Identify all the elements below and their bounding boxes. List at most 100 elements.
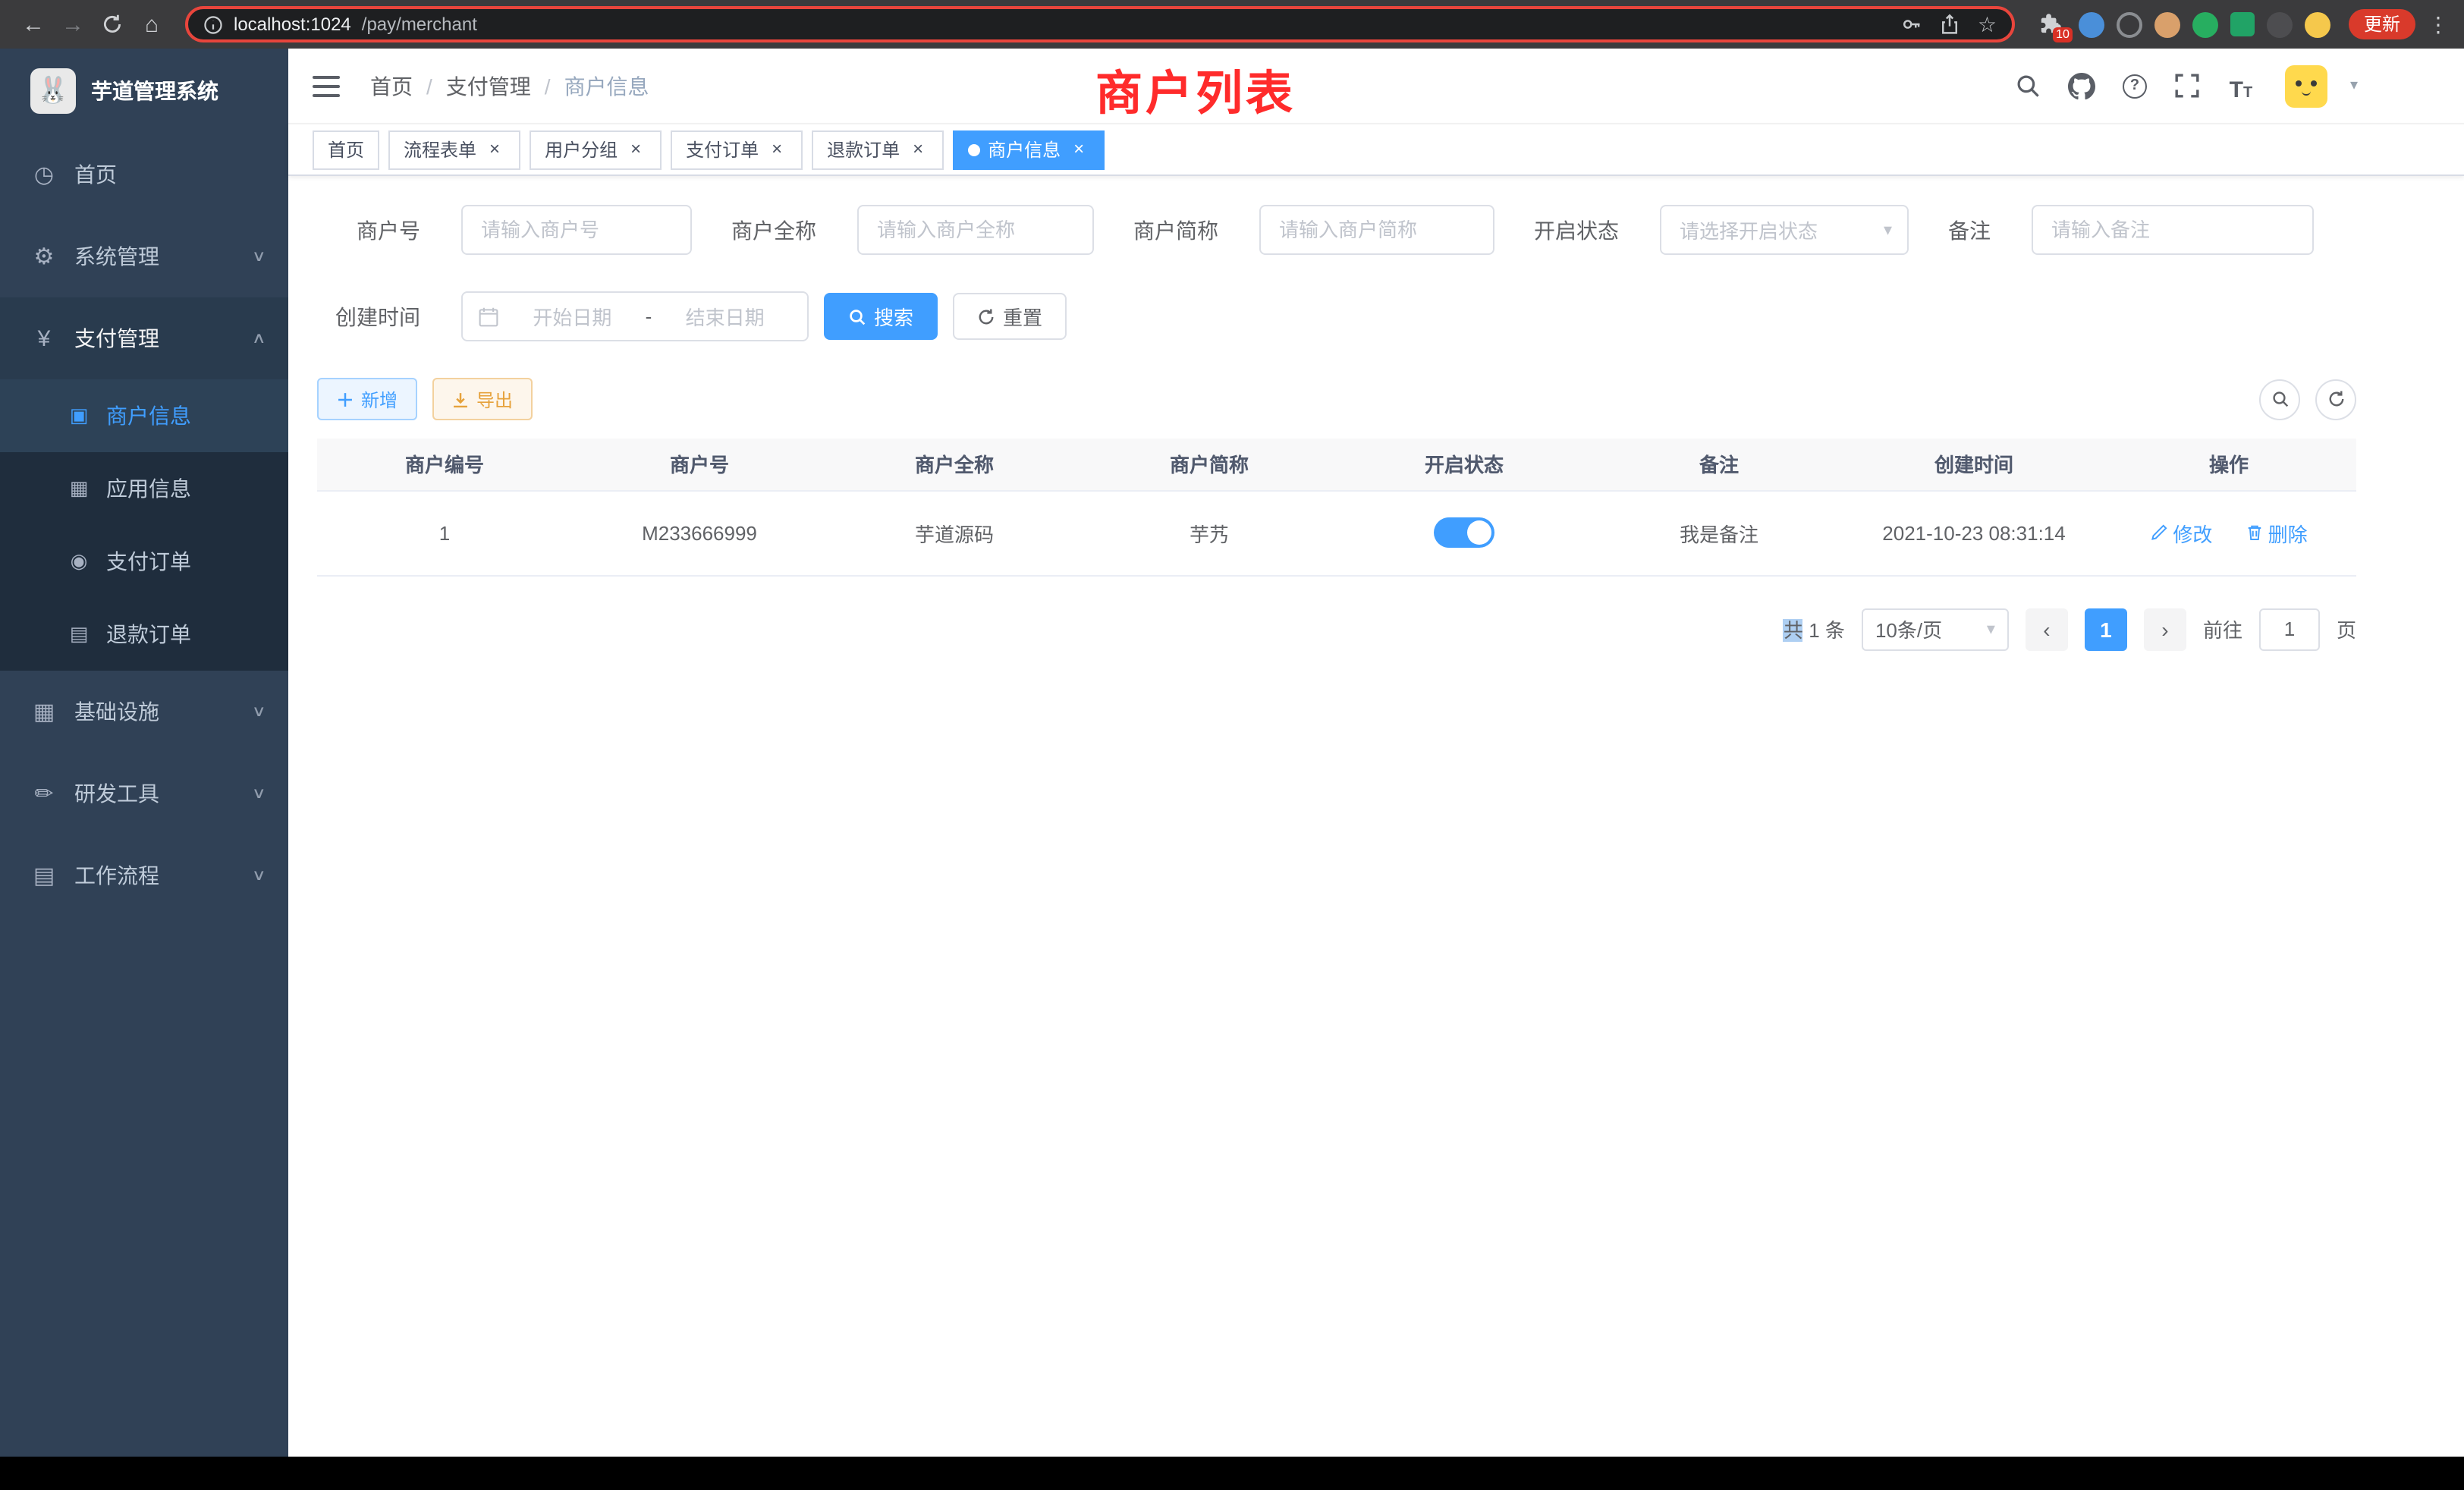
- page-number-button[interactable]: 1: [2085, 608, 2127, 650]
- tab-merchant-info[interactable]: 商户信息 ×: [953, 130, 1105, 169]
- browser-update-button[interactable]: 更新: [2349, 9, 2415, 39]
- chevron-down-icon: ∨: [251, 248, 266, 265]
- merchant-no-input[interactable]: [461, 205, 692, 255]
- page-size-select[interactable]: 10条/页 ▾: [1862, 608, 2009, 650]
- sidebar-item-refund-orders[interactable]: ▤ 退款订单: [0, 598, 288, 671]
- toolbar-right: [2259, 379, 2356, 420]
- help-icon[interactable]: ?: [2120, 71, 2150, 101]
- date-range-picker[interactable]: 开始日期 - 结束日期: [461, 291, 809, 341]
- extension-icon[interactable]: [2117, 11, 2142, 37]
- bottom-strip: [0, 1457, 2464, 1490]
- goto-page-input[interactable]: [2259, 608, 2320, 650]
- header-search-icon[interactable]: [2013, 71, 2044, 101]
- sidebar-item-dev-tools[interactable]: ✏ 研发工具 ∨: [0, 753, 288, 835]
- extension-icon[interactable]: [2154, 11, 2180, 37]
- chevron-down-icon: ∨: [251, 703, 266, 720]
- chevron-down-icon: ∨: [251, 785, 266, 802]
- sidebar-toggle-icon[interactable]: [313, 71, 343, 101]
- prev-page-button[interactable]: ‹: [2026, 608, 2068, 650]
- main-area: 首页 / 支付管理 / 商户信息 商户列表 ?: [288, 49, 2464, 1457]
- extension-icon[interactable]: [2079, 11, 2104, 37]
- user-avatar[interactable]: [2285, 64, 2327, 107]
- date-end-field[interactable]: 结束日期: [658, 302, 792, 331]
- extension-icon[interactable]: [2192, 11, 2218, 37]
- sidebar-item-app-info[interactable]: ▦ 应用信息: [0, 452, 288, 525]
- short-name-input[interactable]: [1259, 205, 1494, 255]
- add-button[interactable]: 新增: [317, 378, 417, 420]
- chevron-down-icon: ∨: [251, 867, 266, 884]
- tab-pay-orders[interactable]: 支付订单 ×: [671, 130, 803, 169]
- close-icon[interactable]: ×: [766, 139, 787, 160]
- share-icon[interactable]: [1940, 14, 1961, 35]
- address-bar[interactable]: localhost:1024/pay/merchant ☆: [185, 6, 2015, 42]
- cell-create-time: 2021-10-23 08:31:14: [1846, 490, 2101, 575]
- reload-icon: [102, 14, 123, 35]
- infrastructure-icon: ▦: [30, 698, 58, 725]
- close-icon[interactable]: ×: [625, 139, 646, 160]
- back-button[interactable]: ←: [15, 6, 52, 42]
- page-unit-label: 页: [2337, 615, 2356, 643]
- sidebar-item-infrastructure[interactable]: ▦ 基础设施 ∨: [0, 671, 288, 753]
- user-menu-caret-icon[interactable]: ▾: [2350, 77, 2358, 94]
- app-grid-icon: ▦: [67, 476, 91, 501]
- sidebar-item-home[interactable]: ◷ 首页: [0, 134, 288, 215]
- close-icon[interactable]: ×: [907, 139, 929, 160]
- page-title-annotation: 商户列表: [1095, 55, 1296, 123]
- pagination-total: 共 1 条: [1784, 615, 1845, 643]
- extension-icon[interactable]: [2267, 11, 2293, 37]
- sidebar-item-label: 支付订单: [106, 546, 191, 577]
- status-toggle[interactable]: [1434, 517, 1494, 548]
- home-button[interactable]: ⌂: [134, 6, 170, 42]
- bookmark-star-icon[interactable]: ☆: [1978, 14, 1997, 35]
- full-name-input[interactable]: [857, 205, 1094, 255]
- browser-menu-icon[interactable]: ⋮: [2428, 11, 2449, 37]
- table-toolbar: 新增 导出: [317, 378, 2356, 420]
- cell-remark: 我是备注: [1592, 490, 1846, 575]
- search-button[interactable]: 搜索: [824, 293, 938, 340]
- date-separator: -: [646, 305, 652, 328]
- sidebar-item-payment[interactable]: ¥ 支付管理 ∧: [0, 297, 288, 379]
- sidebar-item-workflow[interactable]: ▤ 工作流程 ∨: [0, 835, 288, 916]
- sidebar-item-merchant-info[interactable]: ▣ 商户信息: [0, 379, 288, 452]
- breadcrumb-item[interactable]: 首页: [370, 71, 413, 101]
- delete-link[interactable]: 删除: [2246, 518, 2308, 547]
- tab-process-form[interactable]: 流程表单 ×: [388, 130, 520, 169]
- sidebar-item-label: 系统管理: [74, 241, 159, 272]
- remark-input[interactable]: [2032, 205, 2314, 255]
- close-icon[interactable]: ×: [484, 139, 505, 160]
- github-icon[interactable]: [2066, 71, 2097, 101]
- field-label: 商户号: [317, 215, 461, 245]
- breadcrumb-item[interactable]: 支付管理: [446, 71, 531, 101]
- sidebar-item-pay-orders[interactable]: ◉ 支付订单: [0, 525, 288, 598]
- reset-button[interactable]: 重置: [953, 293, 1067, 340]
- tab-user-group[interactable]: 用户分组 ×: [530, 130, 662, 169]
- close-icon[interactable]: ×: [1068, 139, 1089, 160]
- forward-button[interactable]: →: [55, 6, 91, 42]
- font-size-icon[interactable]: TT: [2226, 71, 2256, 101]
- date-start-field[interactable]: 开始日期: [505, 302, 640, 331]
- refresh-table-button[interactable]: [2315, 379, 2356, 420]
- sidebar-item-label: 支付管理: [74, 323, 159, 354]
- cell-status: [1337, 490, 1592, 575]
- sidebar-item-system[interactable]: ⚙ 系统管理 ∨: [0, 215, 288, 297]
- next-page-button[interactable]: ›: [2144, 608, 2186, 650]
- tab-home[interactable]: 首页: [313, 130, 379, 169]
- tab-refund-orders[interactable]: 退款订单 ×: [812, 130, 944, 169]
- status-select[interactable]: 请选择开启状态 ▾: [1660, 205, 1909, 255]
- site-info-icon[interactable]: [203, 14, 223, 34]
- toggle-search-button[interactable]: [2259, 379, 2300, 420]
- cell-merchant-no: M233666999: [572, 490, 827, 575]
- extension-icon[interactable]: [2305, 11, 2330, 37]
- export-button[interactable]: 导出: [432, 378, 533, 420]
- password-key-icon[interactable]: [1902, 14, 1923, 35]
- field-label: 商户简称: [1133, 215, 1259, 245]
- extensions-puzzle-icon[interactable]: 10: [2036, 9, 2066, 39]
- extension-icon[interactable]: [2230, 12, 2255, 36]
- fullscreen-icon[interactable]: [2173, 71, 2203, 101]
- reload-button[interactable]: [94, 6, 130, 42]
- breadcrumb-separator: /: [545, 74, 551, 98]
- col-header: 操作: [2101, 439, 2356, 490]
- page-content: 商户号 商户全称 商户简称 开启状态 请选择开启状态: [288, 176, 2464, 1457]
- edit-link[interactable]: 修改: [2150, 518, 2212, 547]
- cell-short-name: 芋艿: [1082, 490, 1337, 575]
